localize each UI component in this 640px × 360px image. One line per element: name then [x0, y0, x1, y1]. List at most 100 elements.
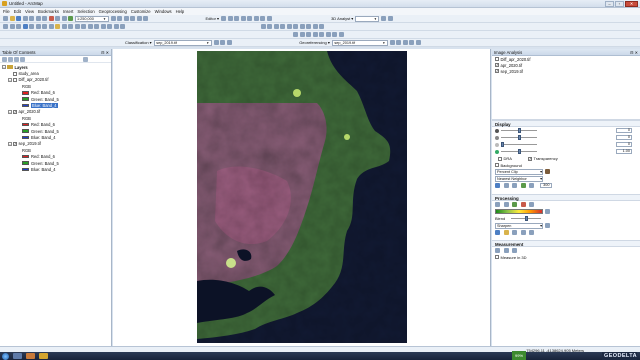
colormap-options-icon[interactable]	[545, 209, 550, 214]
add-data-icon[interactable]	[68, 16, 73, 21]
line-of-sight-icon[interactable]	[306, 32, 311, 37]
taskbar-explorer-icon[interactable]	[13, 353, 22, 359]
collapse-icon[interactable]: −	[8, 141, 12, 146]
clear-selection-icon[interactable]	[61, 24, 67, 29]
minimize-button[interactable]: –	[605, 1, 614, 7]
layer-checkbox[interactable]: ✓	[13, 141, 17, 146]
map-view[interactable]	[113, 49, 491, 346]
menu-file[interactable]: File	[3, 9, 10, 14]
layer-checkbox[interactable]	[13, 71, 17, 76]
blend-slider[interactable]	[511, 216, 541, 221]
toc-close-icon[interactable]: ⊟ ✕	[101, 49, 109, 56]
delete-icon[interactable]	[48, 16, 54, 21]
find-route-icon[interactable]	[107, 24, 112, 29]
zoom-native-icon[interactable]	[512, 183, 517, 188]
rotate-raster-icon[interactable]	[389, 40, 395, 45]
list-by-visibility-icon[interactable]	[14, 56, 19, 62]
menu-insert[interactable]: Insert	[63, 9, 73, 14]
arctoolbox-icon[interactable]	[136, 16, 142, 21]
rotate-icon[interactable]	[253, 16, 259, 21]
georef-tool-10-icon[interactable]	[319, 24, 324, 29]
menu-help[interactable]: Help	[176, 9, 185, 14]
layer-checkbox[interactable]: ✓	[13, 109, 17, 114]
zoom-in-icon[interactable]	[3, 24, 8, 29]
ndvi-icon[interactable]	[512, 202, 517, 207]
profile-icon[interactable]	[299, 32, 305, 37]
add-control-points-icon[interactable]	[409, 40, 415, 45]
toc-icon[interactable]	[117, 16, 122, 21]
redo-icon[interactable]	[61, 16, 67, 21]
training-sample-icon[interactable]	[213, 40, 219, 45]
full-extent-icon[interactable]	[22, 24, 28, 29]
gamma-value[interactable]: 1.00	[616, 149, 632, 154]
brightness-slider[interactable]	[501, 128, 537, 133]
pan-icon[interactable]	[16, 24, 21, 29]
gamma-slider[interactable]	[501, 149, 537, 154]
hillshade-icon[interactable]	[520, 202, 526, 207]
resolution-value[interactable]: 300	[539, 183, 552, 188]
tin-icon[interactable]	[293, 32, 298, 37]
measurement-section-header[interactable]: Measurement	[492, 240, 640, 247]
composite-icon[interactable]	[512, 230, 517, 235]
identify-icon[interactable]	[74, 24, 80, 29]
catalog-icon[interactable]	[123, 16, 129, 21]
satellite-raster[interactable]	[197, 51, 407, 343]
editor-toolbar-icon[interactable]	[110, 16, 116, 21]
new-map-icon[interactable]	[3, 16, 8, 21]
fixed-zoom-out-icon[interactable]	[35, 24, 41, 29]
brightness-knob[interactable]	[518, 128, 521, 133]
arcscene-icon[interactable]	[332, 32, 337, 37]
georef-layer-combo[interactable]: sep_2019.tif ▼	[331, 39, 388, 46]
measure-distance-icon[interactable]	[503, 248, 509, 253]
difference-icon[interactable]	[495, 230, 500, 235]
georeferencing-menu[interactable]: Georeferencing ▾	[299, 40, 330, 45]
attributes-icon[interactable]	[260, 16, 266, 21]
go-to-xy-icon[interactable]	[113, 24, 119, 29]
layer-checkbox[interactable]	[13, 77, 17, 82]
list-by-drawing-order-icon[interactable]	[2, 56, 7, 62]
mosaic-icon[interactable]	[503, 230, 509, 235]
resampling-combo[interactable]: Nearest Neighbor ▾	[495, 175, 543, 182]
georef-tool-7-icon[interactable]	[299, 24, 305, 29]
select-features-icon[interactable]	[55, 24, 60, 29]
print-icon[interactable]	[22, 16, 28, 21]
ia-layer-item[interactable]: ✓ sep_2019.tif	[492, 68, 640, 74]
open-icon[interactable]	[9, 16, 15, 21]
display-section-header[interactable]: Display	[492, 120, 640, 127]
classify-icon[interactable]	[226, 40, 232, 45]
scale-combo[interactable]: 1:250,000 ▼	[74, 15, 109, 22]
select-elements-icon[interactable]	[68, 24, 73, 29]
contrast-slider[interactable]	[501, 135, 537, 140]
start-button-icon[interactable]	[2, 352, 9, 360]
find-icon[interactable]	[100, 24, 106, 29]
cut-icon[interactable]	[29, 16, 34, 21]
toc-options-icon[interactable]	[83, 56, 88, 62]
training-manager-icon[interactable]	[220, 40, 226, 45]
back-extent-icon[interactable]	[42, 24, 47, 29]
edit-tool-icon[interactable]	[221, 16, 227, 21]
scale-raster-icon[interactable]	[402, 40, 408, 45]
blend-knob[interactable]	[525, 216, 528, 221]
measure-shadow-icon[interactable]	[512, 248, 517, 253]
georef-tool-1-icon[interactable]	[260, 24, 266, 29]
python-icon[interactable]	[143, 16, 148, 21]
sketch-properties-icon[interactable]	[266, 16, 272, 21]
time-slider-icon[interactable]	[120, 24, 125, 29]
arcglobe-icon[interactable]	[338, 32, 344, 37]
interpolate-polygon-icon[interactable]	[325, 32, 331, 37]
split-icon[interactable]	[247, 16, 253, 21]
menu-edit[interactable]: Edit	[14, 9, 21, 14]
zoom-out-icon[interactable]	[9, 24, 15, 29]
georef-tool-2-icon[interactable]	[267, 24, 272, 29]
menu-selection[interactable]: Selection	[77, 9, 94, 14]
histogram-icon[interactable]	[545, 169, 550, 174]
close-button[interactable]: ✕	[625, 1, 638, 7]
brightness-value[interactable]: 0	[616, 128, 632, 133]
classification-menu[interactable]: Classification ▾	[125, 40, 152, 45]
vertex-icon[interactable]	[234, 16, 240, 21]
filter-combo[interactable]: Sharpen ▾	[495, 222, 543, 229]
maximize-button[interactable]: ▫	[615, 1, 624, 7]
gamma-knob[interactable]	[518, 149, 521, 154]
steepest-path-icon[interactable]	[387, 16, 393, 21]
taskbar-arcmap-icon[interactable]	[39, 353, 48, 359]
